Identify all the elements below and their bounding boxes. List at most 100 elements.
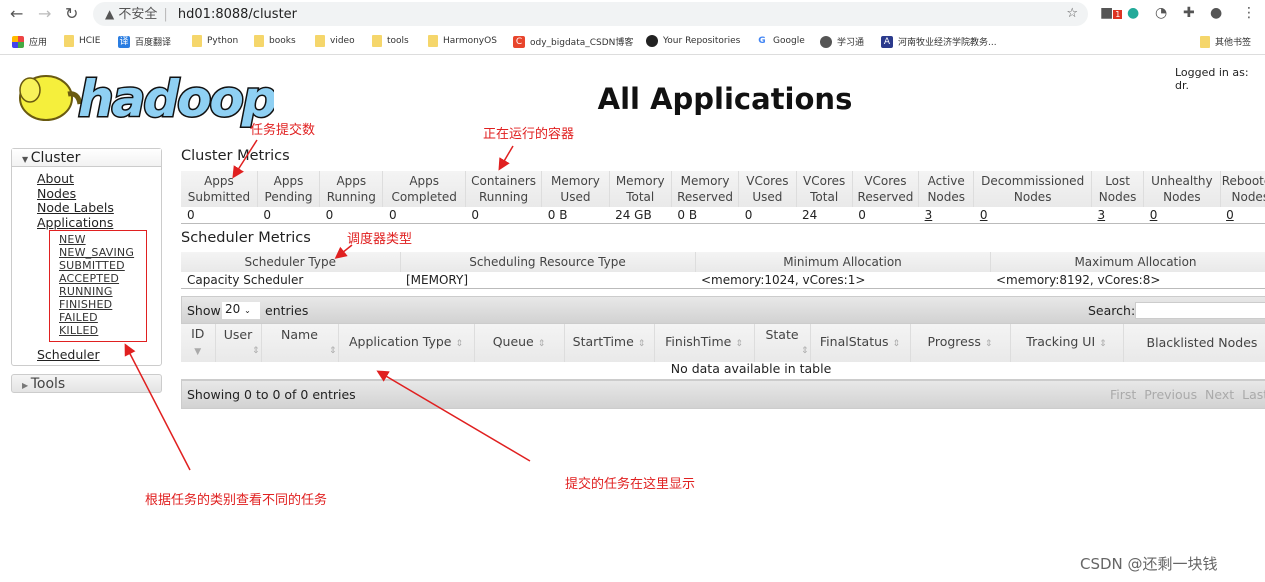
annotation-text: 任务提交数 (250, 123, 316, 138)
cell: 24 GB (609, 207, 672, 224)
bookmark-other[interactable]: 其他书签 (1200, 35, 1251, 48)
cluster-metrics-table: Apps Submitted Apps Pending Apps Running Apps C… (181, 171, 1265, 224)
bookmark[interactable]: HCIE (64, 35, 100, 47)
sidebar-item-nodes[interactable]: Nodes (37, 186, 76, 201)
column-header[interactable]: Name ⇕ (261, 324, 339, 362)
url-text[interactable]: hd01:8088/cluster (178, 7, 297, 22)
pagination: First Previous Next Last (1110, 387, 1265, 402)
table-footer: Showing 0 to 0 of 0 entries First Previo… (181, 380, 1265, 409)
sidebar-item-about[interactable]: About (37, 171, 74, 186)
cell: Capacity Scheduler (181, 272, 400, 289)
timer-icon[interactable]: ◔ (1155, 5, 1167, 21)
sort-icon: ⇕ (800, 346, 809, 356)
header-cell: Minimum Allocation (695, 252, 991, 272)
address-bar[interactable]: ▲ 不安全 | hd01:8088/cluster ☆ (93, 2, 1088, 26)
next-button[interactable]: Next (1205, 387, 1234, 402)
extension-icon[interactable]: ● (1127, 5, 1139, 21)
header-cell: RebootedNodes (1220, 171, 1265, 207)
page-title: All Applications (597, 82, 853, 116)
sidebar-item-scheduler[interactable]: Scheduler (37, 347, 100, 362)
sort-desc-icon: ▼ (194, 347, 202, 357)
node-count-link[interactable]: 3 (1091, 207, 1144, 224)
header-cell: Memory Used (541, 171, 610, 207)
bookmark[interactable]: Python (192, 35, 238, 47)
bookmark[interactable]: books (254, 35, 296, 47)
column-header[interactable]: StartTime ⇕ (564, 324, 655, 362)
bookmark[interactable]: Cody_bigdata_CSDN博客 (513, 35, 633, 48)
column-header[interactable]: FinalStatus ⇕ (810, 324, 911, 362)
column-header[interactable]: Progress ⇕ (910, 324, 1011, 362)
sort-icon: ⇕ (892, 339, 901, 349)
header-cell: Apps Pending (257, 171, 321, 207)
sidebar-item-node-labels[interactable]: Node Labels (37, 200, 114, 215)
cell: 0 (852, 207, 919, 224)
security-label: 不安全 (118, 7, 158, 22)
annotation-box (49, 230, 147, 342)
warning-icon: ▲ (105, 7, 115, 21)
column-header[interactable]: User ⇕ (215, 324, 262, 362)
hadoop-logo[interactable]: hadoop (12, 64, 274, 128)
star-icon[interactable]: ☆ (1066, 2, 1078, 26)
page-size-select[interactable]: 20 ⌄ (222, 302, 260, 319)
bookmarks-bar: 应用 HCIE 译百度翻译 Python books video tools H… (0, 28, 1265, 55)
cell: 24 (796, 207, 853, 224)
reload-icon[interactable]: ↻ (65, 4, 78, 23)
node-count-link[interactable]: 3 (918, 207, 974, 224)
header-cell: Active Nodes (918, 171, 975, 207)
bookmark[interactable]: 译百度翻译 (118, 35, 171, 48)
header-cell: VCores Used (738, 171, 797, 207)
header-cell: Apps Completed (382, 171, 466, 207)
cell: 0 (382, 207, 466, 224)
column-header[interactable]: Tracking UI ⇕ (1010, 324, 1124, 362)
bookmark[interactable]: HarmonyOS (428, 35, 497, 47)
cluster-header[interactable]: ▼ Cluster (12, 149, 161, 167)
header-cell: Apps Running (319, 171, 384, 207)
sort-icon: ⇕ (455, 339, 464, 349)
column-header[interactable]: Application Type ⇕ (338, 324, 475, 362)
node-count-link[interactable]: 0 (973, 207, 1092, 224)
apps-icon (12, 35, 24, 48)
bookmark[interactable]: G Google (756, 35, 804, 47)
bookmark-apps[interactable]: 应用 (12, 35, 47, 48)
header-cell: Lost Nodes (1091, 171, 1145, 207)
menu-icon[interactable]: ⋮ (1242, 5, 1256, 21)
node-count-link[interactable]: 0 (1143, 207, 1221, 224)
column-header[interactable]: Queue ⇕ (474, 324, 565, 362)
annotation-text: 正在运行的容器 (483, 127, 575, 142)
last-button[interactable]: Last (1242, 387, 1265, 402)
csdn-icon: C (513, 35, 525, 48)
annotation-text: 根据任务的类别查看不同的任务 (145, 493, 328, 508)
sidebar-tools[interactable]: ▶ Tools (11, 374, 162, 393)
extension-icon[interactable]: ■ 1 (1100, 5, 1123, 21)
back-icon[interactable]: ← (10, 4, 23, 23)
column-header[interactable]: ID ▼ (181, 324, 216, 362)
first-button[interactable]: First (1110, 387, 1136, 402)
sidebar-item-applications[interactable]: Applications (37, 215, 113, 230)
column-header[interactable]: Blacklisted Nodes (1123, 324, 1265, 362)
header-cell: Unhealthy Nodes (1143, 171, 1221, 207)
bookmark[interactable]: Your Repositories (646, 35, 740, 47)
cell: 0 (465, 207, 542, 224)
header-cell: Memory Total (609, 171, 672, 207)
cell: 0 (319, 207, 383, 224)
table-row: 000000 B 24 GB 0 B 0 24 0 3 0 3 0 0 (181, 207, 1265, 224)
bookmark[interactable]: video (315, 35, 355, 47)
puzzle-icon[interactable]: ✚ (1183, 5, 1195, 21)
bookmark[interactable]: 学习通 (820, 35, 864, 48)
cell: 0 (181, 207, 258, 224)
cell: <memory:1024, vCores:1> (695, 272, 990, 289)
header-cell: Maximum Allocation (990, 252, 1265, 272)
globe-icon (820, 35, 832, 48)
previous-button[interactable]: Previous (1144, 387, 1197, 402)
table-toolbar: Show 20 ⌄ entries Search: (181, 296, 1265, 324)
sort-icon: ⇕ (735, 339, 743, 349)
forward-icon[interactable]: → (38, 4, 51, 23)
search-input[interactable] (1135, 302, 1265, 319)
node-count-link[interactable]: 0 (1220, 207, 1265, 224)
bookmark[interactable]: A 河南牧业经济学院教务... (881, 35, 997, 48)
column-header[interactable]: FinishTime ⇕ (654, 324, 755, 362)
bookmark[interactable]: tools (372, 35, 409, 47)
empty-message: No data available in table (181, 358, 1265, 380)
column-header[interactable]: State ⇕ (754, 324, 811, 362)
profile-icon[interactable]: ● (1210, 5, 1222, 21)
